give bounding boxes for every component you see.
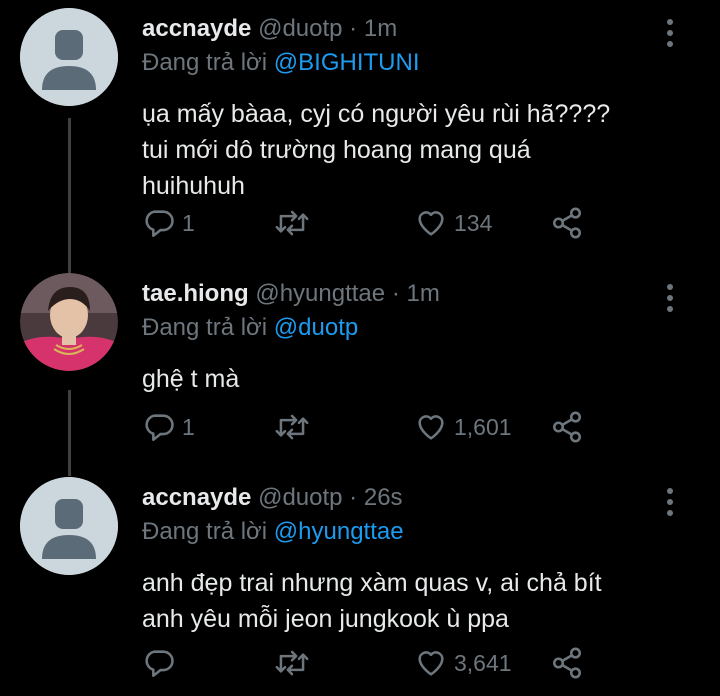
tweet-text-line: ghệ t mà [142,365,240,393]
retweet-icon [275,414,309,440]
like-count: 134 [454,209,493,236]
timestamp[interactable]: 26s [364,484,403,511]
mention-link[interactable]: @hyungttae [274,518,404,545]
tweet-header: accnayde @duotp · 1m [142,14,397,44]
avatar[interactable] [20,273,118,371]
retweet-button[interactable] [274,407,316,447]
username[interactable]: @duotp [258,484,342,511]
reply-icon [145,210,174,238]
display-name[interactable]: accnayde [142,484,251,511]
avatar[interactable] [20,8,118,106]
replying-to-label: Đang trả lời [142,314,274,341]
replying-to: Đang trả lời @duotp [142,313,358,343]
tweet-text-line: anh yêu mỗi jeon jungkook ù ppa [142,605,509,633]
retweet-button[interactable] [274,203,316,243]
reply-count: 1 [182,413,195,440]
default-avatar-icon [20,477,118,575]
retweet-icon [275,210,309,236]
heart-icon [418,211,444,236]
action-bar: 1 134 [142,203,602,243]
reply-count: 1 [182,209,195,236]
reply-button[interactable]: 1 [142,407,195,447]
tweet-text-line: anh đẹp trai nhưng xàm quas v, ai chả bí… [142,569,602,597]
like-count: 3,641 [454,649,512,676]
display-name[interactable]: tae.hiong [142,280,249,307]
tweet-header: accnayde @duotp · 26s [142,483,403,513]
retweet-icon [275,650,309,676]
separator: · [349,484,358,511]
tweet-text: ụa mấy bàaa, cyj có người yêu rùi hã????… [142,96,702,204]
reply-icon [145,414,174,442]
tweet-text-line: ụa mấy bàaa, cyj có người yêu rùi hã???? [142,100,611,128]
more-vertical-icon[interactable] [666,487,674,517]
timestamp[interactable]: 1m [364,15,397,42]
profile-photo-icon [20,273,118,371]
like-count: 1,601 [454,413,512,440]
tweet-text: anh đẹp trai nhưng xàm quas v, ai chả bí… [142,565,702,637]
replying-to: Đang trả lời @hyungttae [142,517,404,547]
tweet[interactable]: accnayde @duotp · 26s Đang trả lời @hyun… [0,477,720,692]
tweet-header: tae.hiong @hyungttae · 1m [142,279,440,309]
share-button[interactable] [550,203,584,243]
reply-button[interactable]: 1 [142,203,195,243]
heart-icon [418,415,444,440]
tweet[interactable]: accnayde @duotp · 1m Đang trả lời @BIGHI… [0,8,720,258]
reply-button[interactable] [142,643,182,683]
tweet-text: ghệ t mà [142,361,702,397]
avatar[interactable] [20,477,118,575]
reply-icon [145,650,174,678]
share-icon [552,647,582,679]
like-button[interactable]: 1,601 [414,407,512,447]
replying-to: Đang trả lời @BIGHITUNI [142,48,420,78]
share-button[interactable] [550,643,584,683]
separator: · [349,15,358,42]
mention-link[interactable]: @duotp [274,314,358,341]
tweet[interactable]: tae.hiong @hyungttae · 1m Đang trả lời @… [0,273,720,463]
tweet-text-line: huihuhuh [142,172,245,200]
action-bar: 1 1,601 [142,407,602,447]
username[interactable]: @hyungttae [255,280,385,307]
share-button[interactable] [550,407,584,447]
tweet-text-line: tui mới dô trường hoang mang quá [142,136,531,164]
replying-to-label: Đang trả lời [142,49,274,76]
like-button[interactable]: 134 [414,203,492,243]
separator: · [391,280,400,307]
timestamp[interactable]: 1m [406,280,439,307]
default-avatar-icon [20,8,118,106]
more-vertical-icon[interactable] [666,283,674,313]
share-icon [552,411,582,443]
like-button[interactable]: 3,641 [414,643,512,683]
retweet-button[interactable] [274,643,316,683]
username[interactable]: @duotp [258,15,342,42]
mention-link[interactable]: @BIGHITUNI [274,49,420,76]
replying-to-label: Đang trả lời [142,518,274,545]
display-name[interactable]: accnayde [142,15,251,42]
more-vertical-icon[interactable] [666,18,674,48]
action-bar: 3,641 [142,643,602,683]
heart-icon [418,651,444,676]
share-icon [552,207,582,239]
